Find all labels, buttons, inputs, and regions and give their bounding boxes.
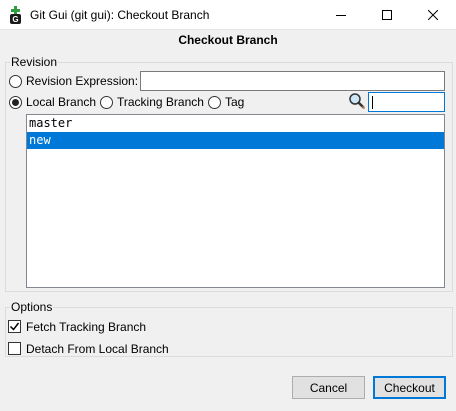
cancel-button[interactable]: Cancel (292, 376, 365, 399)
svg-text:G: G (12, 15, 18, 24)
checkmark-icon (9, 322, 20, 331)
detach-checkbox[interactable] (8, 342, 21, 355)
options-group-label: Options (10, 300, 54, 314)
branch-list-item-new[interactable]: new (27, 132, 444, 149)
text-caret (372, 96, 373, 109)
close-button[interactable] (410, 0, 456, 30)
tag-label[interactable]: Tag (225, 95, 244, 109)
maximize-icon (382, 10, 392, 20)
branch-list-item-master[interactable]: master (27, 115, 444, 132)
dialog-heading: Checkout Branch (178, 33, 278, 47)
maximize-button[interactable] (364, 0, 410, 30)
revision-expression-label[interactable]: Revision Expression: (26, 74, 138, 88)
tag-radio[interactable] (208, 96, 221, 109)
local-branch-radio[interactable] (9, 96, 22, 109)
checkout-button[interactable]: Checkout (373, 376, 446, 399)
branch-list[interactable]: master new (26, 114, 445, 288)
title-bar: G Git Gui (git gui): Checkout Branch (0, 0, 456, 30)
fetch-tracking-label[interactable]: Fetch Tracking Branch (26, 320, 146, 334)
branch-filter-input[interactable] (368, 92, 445, 112)
detach-label[interactable]: Detach From Local Branch (26, 342, 169, 356)
fetch-tracking-checkbox[interactable] (8, 320, 21, 333)
minimize-icon (336, 15, 346, 16)
git-gui-app-icon: G (10, 6, 21, 24)
search-icon (349, 93, 365, 109)
tracking-branch-label[interactable]: Tracking Branch (117, 95, 204, 109)
revision-group-label: Revision (10, 55, 59, 69)
local-branch-label[interactable]: Local Branch (26, 95, 96, 109)
window-title: Git Gui (git gui): Checkout Branch (30, 8, 210, 22)
minimize-button[interactable] (318, 0, 364, 30)
revision-expression-input[interactable] (140, 71, 445, 91)
revision-expression-radio[interactable] (9, 75, 22, 88)
tracking-branch-radio[interactable] (100, 96, 113, 109)
close-icon (428, 10, 438, 20)
